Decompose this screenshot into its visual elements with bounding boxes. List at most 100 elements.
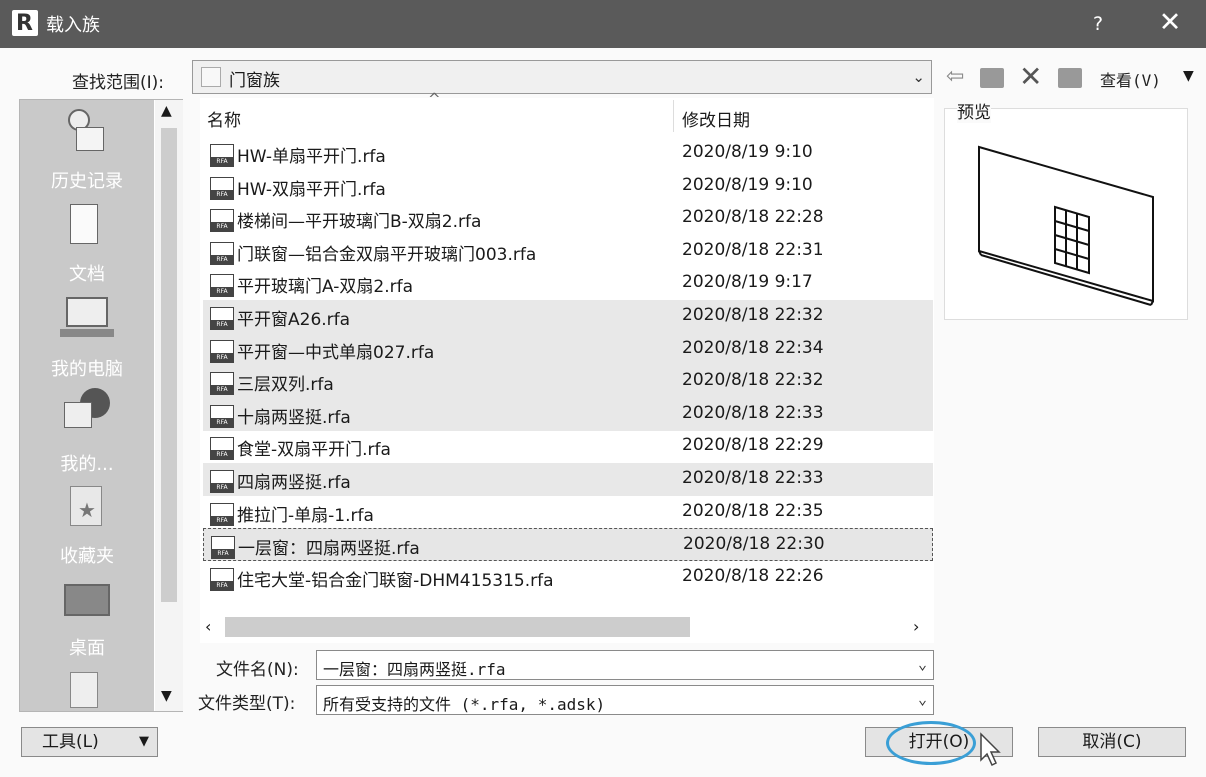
column-header-name[interactable]: 名称 [207,106,241,131]
file-row[interactable]: RFA 三层双列.rfa 2020/8/18 22:32 [203,365,933,399]
dropdown-arrow-icon: ▼ [139,734,149,749]
preview-label: 预览 [957,98,991,123]
place-history[interactable]: 历史记录 [20,105,154,195]
file-row[interactable]: RFA 四扇两竖挺.rfa 2020/8/18 22:33 [203,463,933,496]
filetype-select[interactable]: 所有受支持的文件 (*.rfa, *.adsk) ⌄ [316,685,934,715]
documents-icon [70,204,98,244]
window-title: 载入族 [46,15,100,36]
rfa-file-icon: RFA [210,307,234,330]
chevron-down-icon: ⌄ [912,68,925,86]
filename-input[interactable]: 一层窗：四扇两竖挺.rfa ⌄ [316,650,934,680]
scroll-down-icon[interactable]: ▼ [161,688,172,704]
place-favorites[interactable]: ★ 收藏夹 [20,482,154,572]
file-name: 楼梯间—平开玻璃门B-双扇2.rfa [237,212,482,233]
file-row[interactable]: RFA 一层窗：四扇两竖挺.rfa 2020/8/18 22:30 [203,528,933,562]
file-date: 2020/8/18 22:31 [682,239,824,260]
file-name: 平开玻璃门A-双扇2.rfa [237,277,414,298]
place-label: 历史记录 [51,171,123,192]
rfa-file-icon: RFA [210,209,234,233]
file-name: HW-单扇平开门.rfa [237,147,386,167]
library-icon[interactable] [70,672,98,708]
place-documents[interactable]: 文档 [20,200,154,290]
filename-label: 文件名(N): [216,660,299,680]
rfa-file-icon: RFA [210,372,234,396]
file-date: 2020/8/18 22:30 [683,534,825,555]
rfa-file-icon: RFA [210,144,234,167]
file-name: 三层双列.rfa [237,375,334,396]
file-row[interactable]: RFA 食堂-双扇平开门.rfa 2020/8/18 22:29 [203,430,933,463]
file-row[interactable]: RFA 平开窗—中式单扇027.rfa 2020/8/18 22:34 [203,332,933,366]
file-name: 四扇两竖挺.rfa [237,473,351,493]
desktop-icon [64,584,110,616]
file-row[interactable]: RFA 平开玻璃门A-双扇2.rfa 2020/8/19 9:17 [203,267,933,300]
preview-pane [944,108,1188,320]
place-computer[interactable]: 我的电脑 [20,293,154,383]
folder-up-icon[interactable] [980,68,1004,88]
file-name: HW-双扇平开门.rfa [237,179,386,200]
view-dropdown-arrow-icon[interactable]: ▼ [1183,68,1194,84]
file-date: 2020/8/18 22:26 [682,565,824,586]
file-date: 2020/8/18 22:32 [682,370,824,391]
chevron-down-icon: ⌄ [917,690,927,708]
rfa-file-icon: RFA [210,404,234,428]
rfa-file-icon: RFA [210,274,234,298]
cancel-button[interactable]: 取消(C) [1038,727,1186,757]
delete-icon[interactable]: ✕ [1019,60,1042,93]
file-name: 平开窗—中式单扇027.rfa [237,342,435,363]
place-desktop[interactable]: 桌面 [20,578,154,668]
folder-icon [201,67,221,87]
file-date: 2020/8/19 9:17 [682,272,813,293]
file-date: 2020/8/18 22:35 [682,500,824,521]
close-button[interactable]: ✕ [1150,5,1190,41]
mouse-cursor-icon [980,732,1001,767]
file-name: 平开窗A26.rfa [237,310,351,330]
place-label: 收藏夹 [60,546,114,567]
file-name: 住宅大堂-铝合金门联窗-DHM415315.rfa [237,570,554,591]
file-row[interactable]: RFA 平开窗A26.rfa 2020/8/18 22:32 [203,300,933,333]
new-folder-icon[interactable] [1058,68,1082,88]
place-label: 我的... [60,454,114,475]
rfa-file-icon: RFA [211,536,235,560]
help-button[interactable]: ? [1083,9,1113,39]
scroll-up-icon[interactable]: ▲ [161,103,172,119]
tools-button[interactable]: 工具(L) ▼ [21,727,158,757]
scroll-right-icon[interactable]: › [913,617,919,636]
place-label: 文档 [69,264,105,285]
file-date: 2020/8/18 22:33 [682,402,824,423]
place-network[interactable]: 我的... [20,388,154,478]
arrow-left-icon[interactable]: ⇦ [946,64,964,89]
place-label: 我的电脑 [51,359,123,380]
file-date: 2020/8/19 9:10 [682,142,813,162]
file-row[interactable]: RFA 楼梯间—平开玻璃门B-双扇2.rfa 2020/8/18 22:28 [203,202,933,235]
file-row[interactable]: RFA 住宅大堂-铝合金门联窗-DHM415315.rfa 2020/8/18 22… [203,561,933,594]
rfa-file-icon: RFA [210,567,234,591]
file-name: 推拉门-单扇-1.rfa [237,505,374,526]
filetype-label: 文件类型(T): [198,694,296,714]
file-row[interactable]: RFA HW-单扇平开门.rfa 2020/8/19 9:10 [203,137,933,170]
rfa-file-icon: RFA [210,241,234,265]
revit-logo-icon: R [12,10,38,36]
file-date: 2020/8/18 22:29 [682,435,824,456]
file-date: 2020/8/18 22:32 [682,305,824,325]
file-row[interactable]: RFA 门联窗—铝合金双扇平开玻璃门003.rfa 2020/8/18 22:31 [203,235,933,268]
lookin-value: 门窗族 [229,71,280,91]
lookin-combo[interactable]: 门窗族 ⌄ [192,60,932,94]
file-row[interactable]: RFA 推拉门-单扇-1.rfa 2020/8/18 22:35 [203,496,933,529]
horizontal-scroll-thumb[interactable] [225,617,690,637]
file-date: 2020/8/18 22:33 [682,468,824,488]
column-header-date[interactable]: 修改日期 [682,106,750,131]
door-window-preview-image [978,145,1154,306]
rfa-file-icon: RFA [210,470,234,493]
file-row[interactable]: RFA HW-双扇平开门.rfa 2020/8/19 9:10 [203,170,933,203]
column-divider[interactable] [673,100,674,132]
rfa-file-icon: RFA [210,502,234,526]
computer-icon [66,297,108,327]
places-scroll-thumb[interactable] [161,128,177,602]
file-date: 2020/8/19 9:10 [682,174,813,195]
file-row[interactable]: RFA 十扇两竖挺.rfa 2020/8/18 22:33 [203,397,933,431]
scroll-left-icon[interactable]: ‹ [205,617,211,636]
rfa-file-icon: RFA [210,339,234,363]
view-menu-button[interactable]: 查看(V) [1100,67,1161,91]
file-date: 2020/8/18 22:28 [682,207,824,228]
file-name: 一层窗：四扇两竖挺.rfa [238,539,420,560]
